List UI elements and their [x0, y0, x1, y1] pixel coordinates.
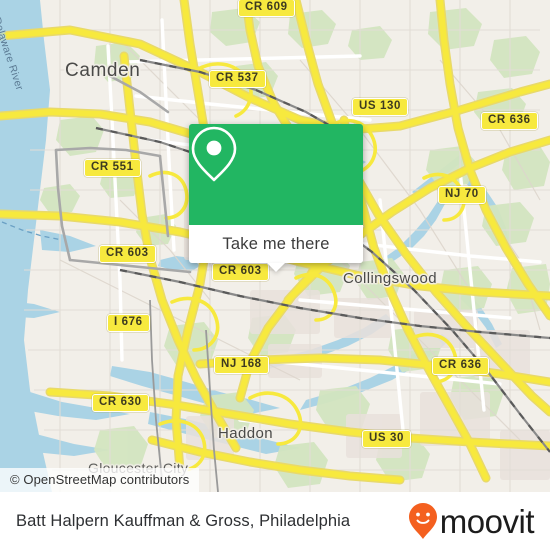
screenshot-frame: Camden Collingswood Haddon Gloucester Ci… [0, 0, 550, 550]
map-attribution[interactable]: © OpenStreetMap contributors [0, 468, 200, 492]
popup-footer[interactable]: Take me there [189, 225, 363, 272]
map-canvas[interactable]: Camden Collingswood Haddon Gloucester Ci… [0, 0, 550, 492]
road-shield: I 676 [107, 314, 150, 332]
road-shield: NJ 168 [214, 356, 269, 374]
road-shield: NJ 70 [438, 186, 486, 204]
road-shield: CR 551 [84, 159, 141, 177]
road-shield: CR 636 [432, 357, 489, 375]
map-pin-icon [191, 126, 237, 182]
road-shield: CR 603 [99, 245, 156, 263]
road-shield: CR 630 [92, 394, 149, 412]
road-shield: US 130 [352, 98, 408, 116]
popup-tail [267, 263, 285, 272]
road-shield: US 30 [362, 430, 411, 448]
moovit-smiley-pin-icon [408, 503, 437, 539]
take-me-there-button[interactable]: Take me there [222, 235, 329, 254]
road-shield: CR 537 [209, 70, 266, 88]
place-title: Batt Halpern Kauffman & Gross, Philadelp… [16, 511, 351, 530]
moovit-wordmark: moovit [439, 502, 535, 540]
footer-bar: Batt Halpern Kauffman & Gross, Philadelp… [0, 492, 550, 550]
moovit-brand: moovit [408, 502, 535, 540]
map-popup-card[interactable]: Take me there [189, 124, 363, 272]
road-shield: CR 636 [481, 112, 538, 130]
road-shield: CR 603 [212, 263, 269, 281]
popup-header [189, 124, 363, 225]
road-shield: CR 609 [238, 0, 295, 17]
